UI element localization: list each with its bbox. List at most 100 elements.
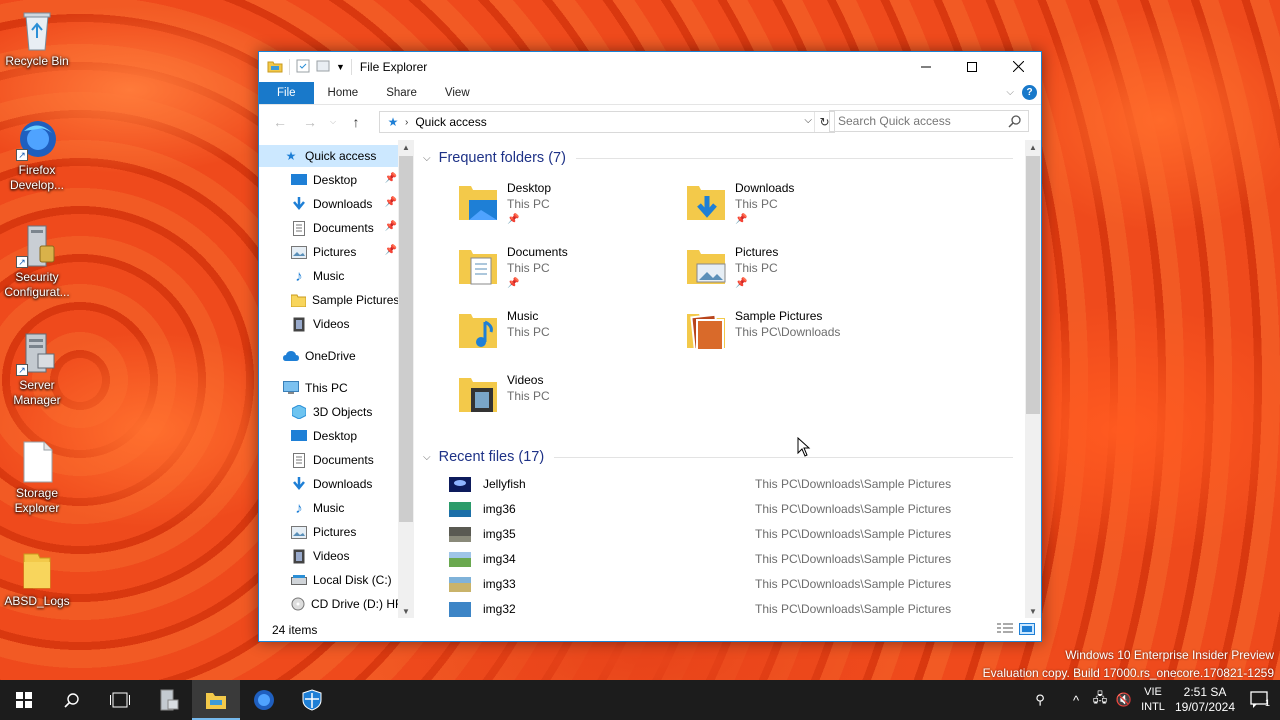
frequent-folders-heading[interactable]: ⌵ Frequent folders (7)	[423, 150, 1013, 166]
scrollbar-thumb[interactable]	[399, 156, 413, 522]
volume-muted-icon[interactable]: 🔇	[1112, 692, 1136, 708]
maximize-button[interactable]	[949, 52, 995, 81]
search-icon[interactable]	[1008, 114, 1022, 128]
folder-tile-desktop[interactable]: Desktop This PC 📌	[457, 180, 677, 236]
nav-quick-sample-pictures[interactable]: Sample Pictures	[259, 289, 399, 311]
tab-file[interactable]: File	[259, 82, 314, 104]
recent-file-row[interactable]: img36 This PC\Downloads\Sample Pictures	[449, 498, 1009, 520]
folder-tile-pictures[interactable]: Pictures This PC 📌	[685, 244, 905, 300]
nav-onedrive[interactable]: OneDrive	[259, 345, 399, 367]
minimize-button[interactable]	[903, 52, 949, 81]
nav-pc-documents[interactable]: Documents	[259, 449, 399, 471]
taskbar-file-explorer[interactable]	[192, 680, 240, 720]
show-hidden-icons-chevron-icon[interactable]: ^	[1064, 693, 1088, 708]
expand-ribbon-chevron-icon[interactable]: ⌵	[1006, 87, 1014, 98]
up-button[interactable]: ↑	[343, 110, 369, 134]
nav-pc-local-disk[interactable]: Local Disk (C:)	[259, 569, 399, 591]
nav-pc-music[interactable]: ♪ Music	[259, 497, 399, 519]
nav-pane-scrollbar[interactable]: ▲ ▼	[398, 140, 414, 618]
nav-quick-downloads[interactable]: Downloads 📌	[259, 193, 399, 215]
tab-share[interactable]: Share	[372, 82, 431, 104]
nav-pc-pictures[interactable]: Pictures	[259, 521, 399, 543]
properties-icon[interactable]	[296, 59, 310, 76]
recent-file-row[interactable]: img33 This PC\Downloads\Sample Pictures	[449, 573, 1009, 595]
desktop-icon	[291, 172, 307, 188]
desktop-icon-storage-explorer[interactable]: Storage Explorer	[2, 440, 72, 516]
folder-tile-music[interactable]: Music This PC	[457, 308, 677, 364]
desktop-icon-absd-logs[interactable]: ABSD_Logs	[2, 548, 72, 609]
nav-pc-cd-drive[interactable]: CD Drive (D:) HR	[259, 593, 404, 615]
content-scrollbar[interactable]: ▲ ▼	[1025, 140, 1041, 618]
folder-tile-sample-pictures[interactable]: Sample Pictures This PC\Downloads	[685, 308, 905, 364]
back-button[interactable]: ←	[267, 110, 293, 134]
scroll-down-arrow-icon[interactable]: ▼	[1025, 604, 1041, 618]
task-view-button[interactable]	[96, 680, 144, 720]
recent-file-row[interactable]: Jellyfish This PC\Downloads\Sample Pictu…	[449, 473, 1009, 495]
pin-icon[interactable]: 📌	[385, 245, 397, 256]
tab-home[interactable]: Home	[314, 82, 373, 104]
scroll-up-arrow-icon[interactable]: ▲	[1025, 140, 1041, 154]
address-dropdown-chevron-icon[interactable]: ⌵	[804, 115, 812, 126]
customize-qat-chevron-icon[interactable]: ▼	[336, 62, 345, 72]
folder-name: Sample Pictures	[735, 309, 823, 323]
breadcrumb[interactable]: Quick access	[415, 115, 486, 129]
new-folder-icon[interactable]	[316, 59, 330, 76]
language-indicator[interactable]: VIE INTL	[1136, 685, 1170, 715]
nav-quick-pictures[interactable]: Pictures 📌	[259, 241, 399, 263]
scrollbar-thumb[interactable]	[1026, 156, 1040, 414]
recent-file-row[interactable]: img34 This PC\Downloads\Sample Pictures	[449, 548, 1009, 570]
nav-this-pc[interactable]: This PC	[259, 377, 399, 399]
nav-quick-videos[interactable]: Videos	[259, 313, 399, 335]
close-button[interactable]	[995, 52, 1041, 81]
pin-icon[interactable]: 📌	[385, 173, 397, 184]
search-button[interactable]	[48, 680, 96, 720]
clock[interactable]: 2:51 SA 19/07/2024	[1170, 685, 1240, 715]
document-icon	[291, 452, 307, 468]
taskbar-server-manager[interactable]	[144, 680, 192, 720]
network-icon[interactable]: 🖧	[1088, 689, 1112, 711]
nav-pc-downloads[interactable]: Downloads	[259, 473, 399, 495]
file-name: img33	[483, 577, 516, 591]
address-bar[interactable]: ★ › Quick access ⌵ ↻	[379, 111, 835, 133]
nav-quick-desktop[interactable]: Desktop 📌	[259, 169, 399, 191]
tab-view[interactable]: View	[431, 82, 484, 104]
folder-tile-videos[interactable]: Videos This PC	[457, 372, 677, 428]
desktop-icon-security-config[interactable]: ↗ Security Configurat...	[2, 224, 72, 300]
pin-icon[interactable]: 📌	[385, 197, 397, 208]
start-button[interactable]	[0, 680, 48, 720]
scroll-up-arrow-icon[interactable]: ▲	[398, 140, 414, 154]
nav-quick-music[interactable]: ♪ Music	[259, 265, 399, 287]
taskbar-defender[interactable]	[288, 680, 336, 720]
recent-file-row[interactable]: img32 This PC\Downloads\Sample Pictures	[449, 598, 1009, 618]
breadcrumb-chevron-icon[interactable]: ›	[405, 117, 408, 128]
recent-file-row[interactable]: img35 This PC\Downloads\Sample Pictures	[449, 523, 1009, 545]
forward-button[interactable]: →	[297, 110, 323, 134]
folder-location: This PC	[507, 197, 550, 211]
desktop-icon-server-manager[interactable]: ↗ Server Manager	[2, 332, 72, 408]
folder-tile-documents[interactable]: Documents This PC 📌	[457, 244, 677, 300]
action-center-button[interactable]: 1	[1240, 691, 1280, 709]
collapse-chevron-icon[interactable]: ⌵	[423, 153, 431, 164]
taskbar-firefox[interactable]	[240, 680, 288, 720]
pin-icon: 📌	[507, 214, 520, 225]
nav-quick-documents[interactable]: Documents 📌	[259, 217, 399, 239]
scroll-down-arrow-icon[interactable]: ▼	[398, 604, 414, 618]
nav-pc-3d-objects[interactable]: 3D Objects	[259, 401, 399, 423]
details-view-icon[interactable]	[997, 623, 1013, 638]
recent-files-heading[interactable]: ⌵ Recent files (17)	[423, 449, 1013, 465]
search-input[interactable]: Search Quick access	[829, 110, 1029, 132]
folder-tile-downloads[interactable]: Downloads This PC 📌	[685, 180, 905, 236]
title-bar[interactable]: ▼ File Explorer	[259, 52, 1041, 82]
nav-pc-videos[interactable]: Videos	[259, 545, 399, 567]
people-icon[interactable]: ⚲	[1028, 692, 1052, 708]
nav-pc-desktop[interactable]: Desktop	[259, 425, 399, 447]
pin-icon[interactable]: 📌	[385, 221, 397, 232]
recent-locations-chevron-icon[interactable]: ⌵	[327, 110, 339, 134]
desktop-icon-firefox[interactable]: ↗ Firefox Develop...	[2, 117, 72, 193]
collapse-chevron-icon[interactable]: ⌵	[423, 452, 431, 463]
large-icons-view-icon[interactable]	[1019, 623, 1035, 638]
pin-icon: 📌	[735, 278, 748, 289]
help-icon[interactable]: ?	[1022, 85, 1037, 100]
nav-quick-access[interactable]: ★ Quick access	[259, 145, 399, 167]
desktop-icon-recycle-bin[interactable]: Recycle Bin	[2, 8, 72, 69]
